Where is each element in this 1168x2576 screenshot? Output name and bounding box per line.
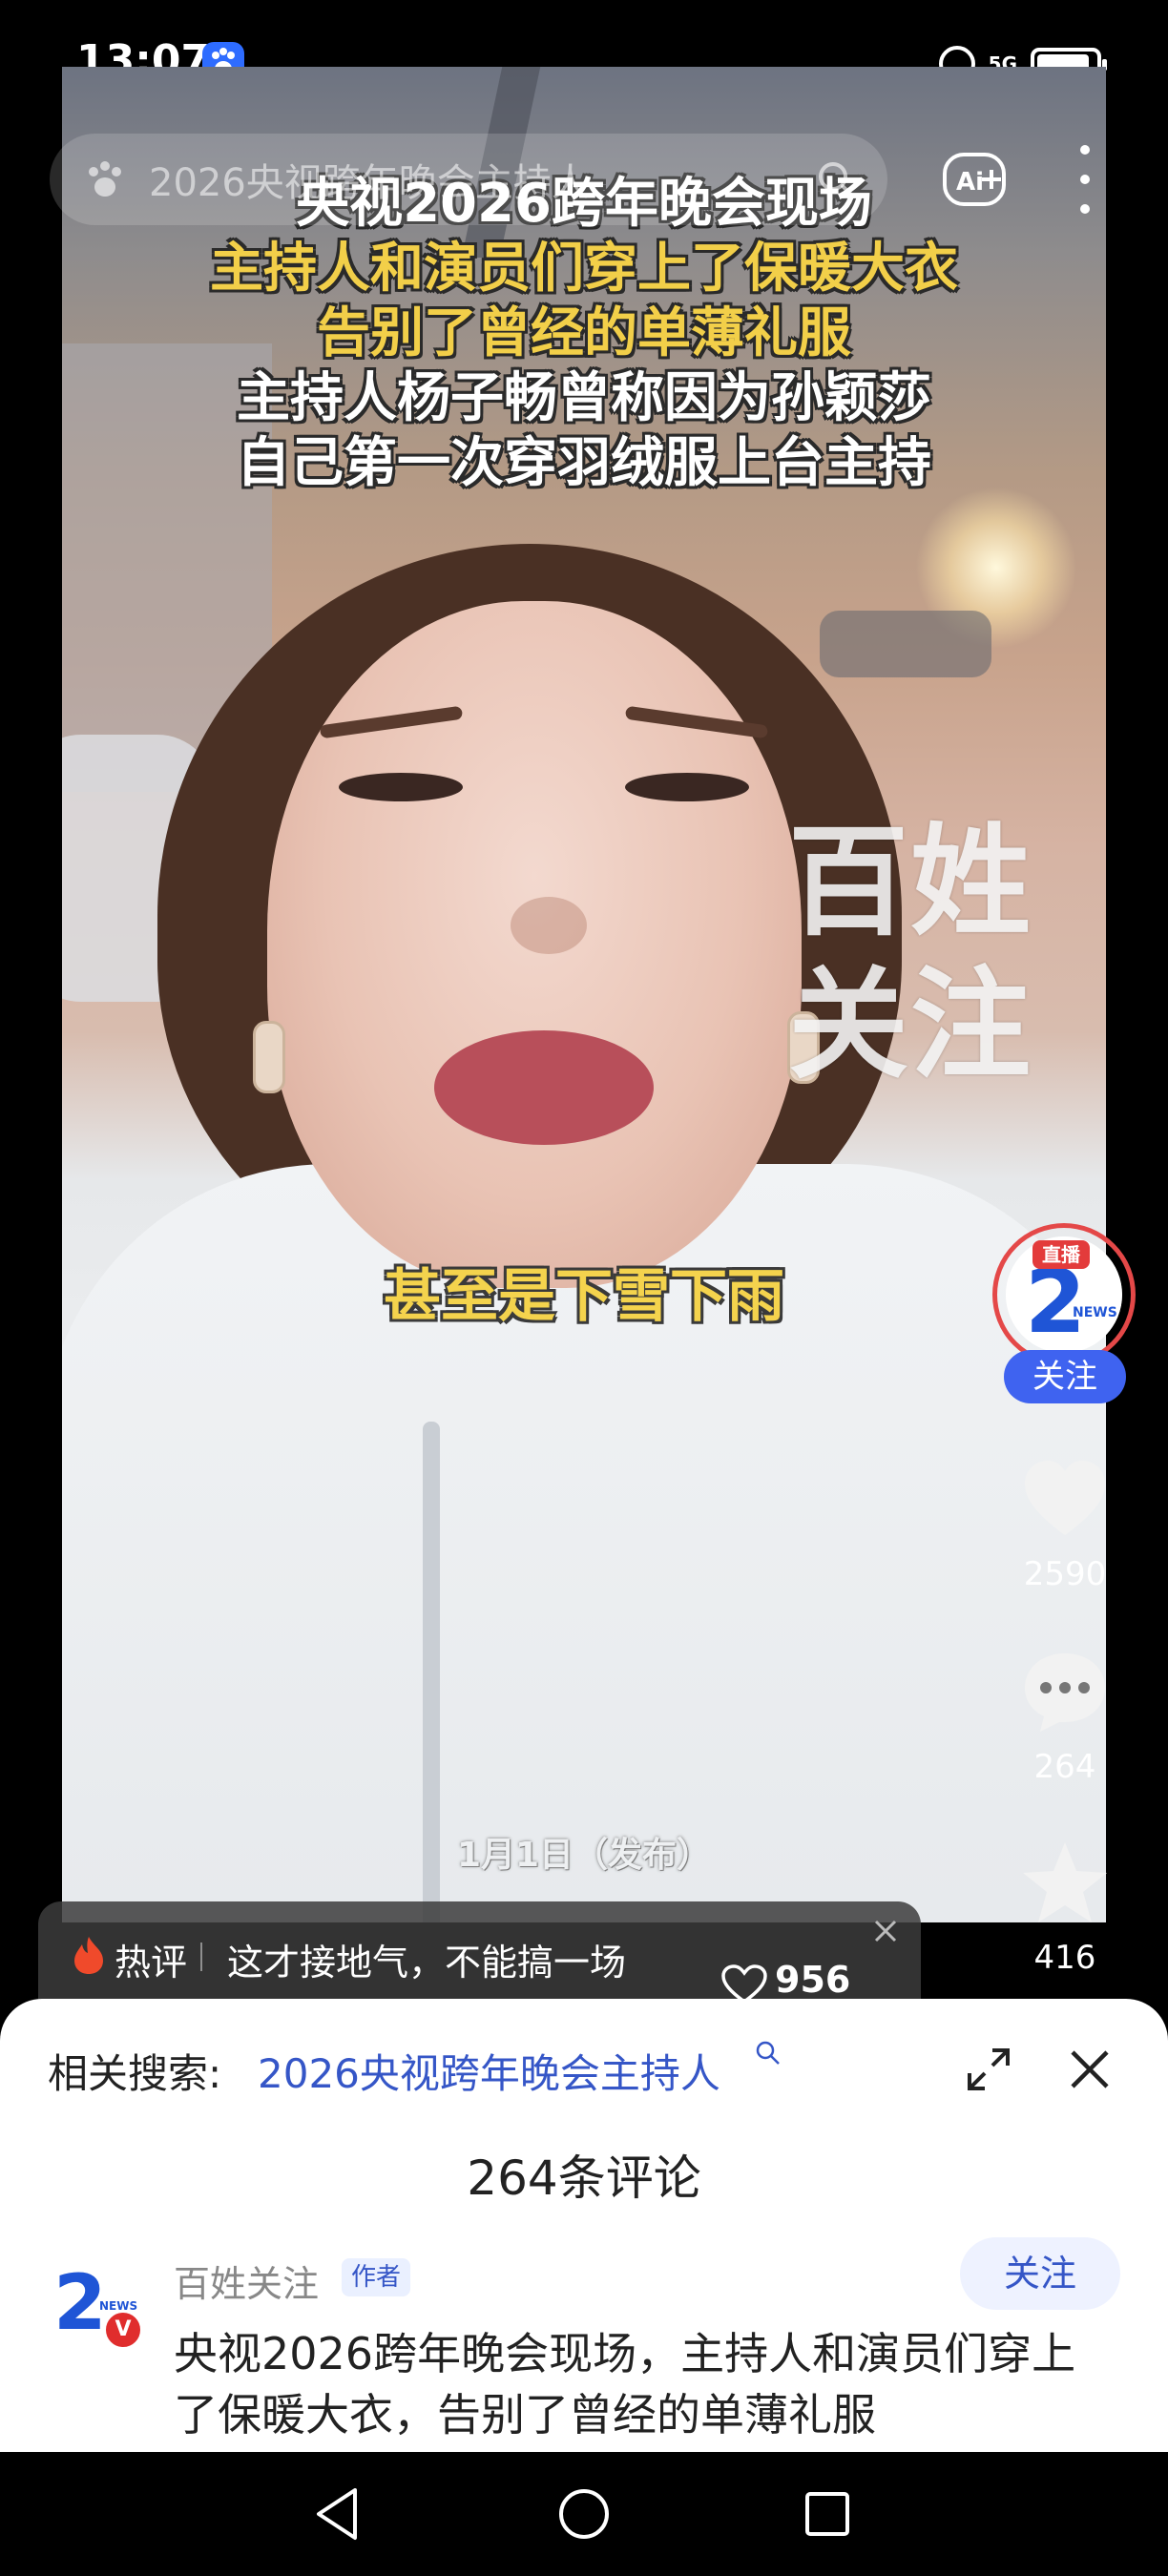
channel-avatar[interactable]: 2 NEWS 直播	[992, 1223, 1136, 1366]
back-icon[interactable]	[305, 2481, 372, 2547]
person-mouth	[434, 1030, 654, 1145]
author-comment-text: 央视2026跨年晚会现场，主持人和演员们穿上了保暖大衣，告别了曾经的单薄礼服	[174, 2328, 1076, 2441]
watermark-line-1: 百姓	[788, 812, 1032, 952]
video-watermark: 百姓 关注	[767, 811, 1053, 1097]
hot-comment-label: 热评	[115, 1942, 188, 1984]
video-player[interactable]: 百姓 关注 央视2026跨年晚会现场 主持人和演员们穿上了保暖大衣 告别了曾经的…	[62, 67, 1106, 1922]
caption-line-3: 告别了曾经的单薄礼服	[317, 302, 851, 364]
svg-text:Ai: Ai	[956, 168, 984, 197]
right-eye	[625, 773, 749, 801]
recent-apps-icon[interactable]	[794, 2481, 861, 2547]
background-car	[820, 611, 991, 677]
hot-comment-likes: 956	[775, 1959, 851, 2001]
comment-count: 264	[1033, 1748, 1096, 1786]
person-nose	[511, 897, 587, 954]
favorite-count: 416	[1033, 1939, 1096, 1977]
publish-date: 1月1日（发布）	[456, 1836, 712, 1875]
star-icon[interactable]	[1019, 1837, 1111, 1928]
hot-comment-divider	[200, 1942, 202, 1971]
close-icon[interactable]	[1067, 2046, 1113, 2092]
video-subtitle: 甚至是下雪下雨	[384, 1263, 784, 1330]
like-count: 2590	[1023, 1555, 1107, 1593]
svg-text:NEWS: NEWS	[1073, 1305, 1117, 1320]
author-tag: 作者	[342, 2258, 411, 2296]
comment-icon[interactable]	[1019, 1646, 1111, 1737]
author-name[interactable]: 百姓关注	[174, 2254, 319, 2307]
comment-count-title: 264条评论	[467, 2150, 701, 2206]
search-icon	[756, 2041, 780, 2065]
caption-line-2: 主持人和演员们穿上了保暖大衣	[210, 238, 958, 300]
follow-button[interactable]: 关注	[1004, 1350, 1126, 1403]
expand-icon[interactable]	[964, 2045, 1013, 2094]
home-icon[interactable]	[551, 2481, 617, 2547]
related-search-label: 相关搜索:	[48, 2050, 222, 2097]
related-search-link[interactable]: 2026央视跨年晚会主持人	[258, 2042, 720, 2100]
verified-badge: V	[103, 2310, 143, 2350]
close-icon[interactable]	[871, 1917, 900, 1945]
fire-icon	[74, 1937, 103, 1974]
hot-comment-text: 这才接地气，不能搞一场	[227, 1942, 627, 1984]
navigation-bar	[0, 2452, 1168, 2576]
ai-icon[interactable]: Ai	[940, 145, 1009, 214]
top-search-text: 2026央视跨年晚会主持人	[149, 161, 590, 205]
left-eye	[339, 773, 463, 801]
hot-comment-bar[interactable]: 热评 这才接地气，不能搞一场 956	[38, 1901, 921, 2011]
paw-icon	[89, 161, 121, 197]
more-icon[interactable]	[1071, 145, 1099, 214]
search-icon[interactable]	[815, 158, 857, 200]
comment-sheet: 相关搜索: 2026央视跨年晚会主持人 264条评论 2 NEWS V 百姓关注…	[0, 1999, 1168, 2457]
heart-icon[interactable]	[1019, 1455, 1111, 1547]
watermark-line-2: 关注	[788, 955, 1032, 1095]
left-earring	[253, 1021, 285, 1093]
caption-line-5: 自己第一次穿羽绒服上台主持	[237, 432, 931, 494]
author-follow-button[interactable]: 关注	[960, 2237, 1120, 2310]
top-search-bar[interactable]: 2026央视跨年晚会主持人	[50, 134, 887, 225]
live-badge: 直播	[1032, 1240, 1090, 1269]
caption-line-4: 主持人杨子畅曾称因为孙颖莎	[237, 367, 931, 429]
